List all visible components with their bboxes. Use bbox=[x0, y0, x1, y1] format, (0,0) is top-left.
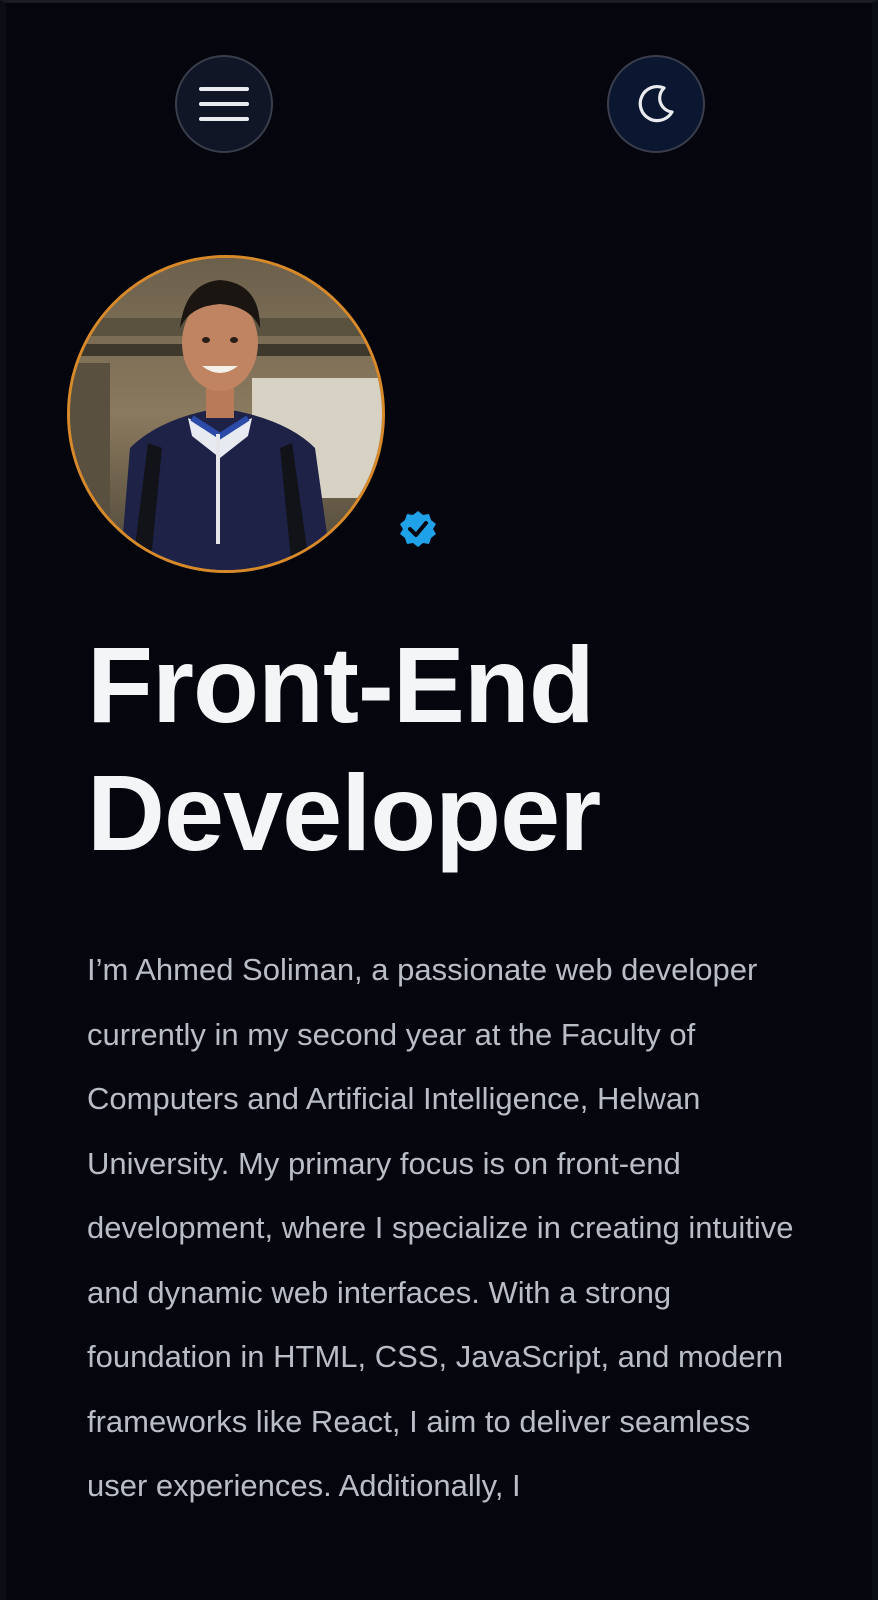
verified-badge-icon bbox=[398, 509, 438, 549]
page-title: Front-End Developer bbox=[87, 624, 601, 873]
page: Front-End Developer I’m Ahmed Soliman, a… bbox=[0, 0, 878, 1600]
menu-button[interactable] bbox=[175, 55, 273, 153]
theme-toggle-button[interactable] bbox=[607, 55, 705, 153]
profile-photo bbox=[70, 258, 382, 570]
hamburger-menu-icon bbox=[199, 86, 249, 122]
avatar bbox=[67, 255, 385, 573]
top-header bbox=[6, 3, 872, 203]
bio-paragraph: I’m Ahmed Soliman, a passionate web deve… bbox=[87, 952, 794, 1503]
moon-icon bbox=[634, 82, 678, 126]
